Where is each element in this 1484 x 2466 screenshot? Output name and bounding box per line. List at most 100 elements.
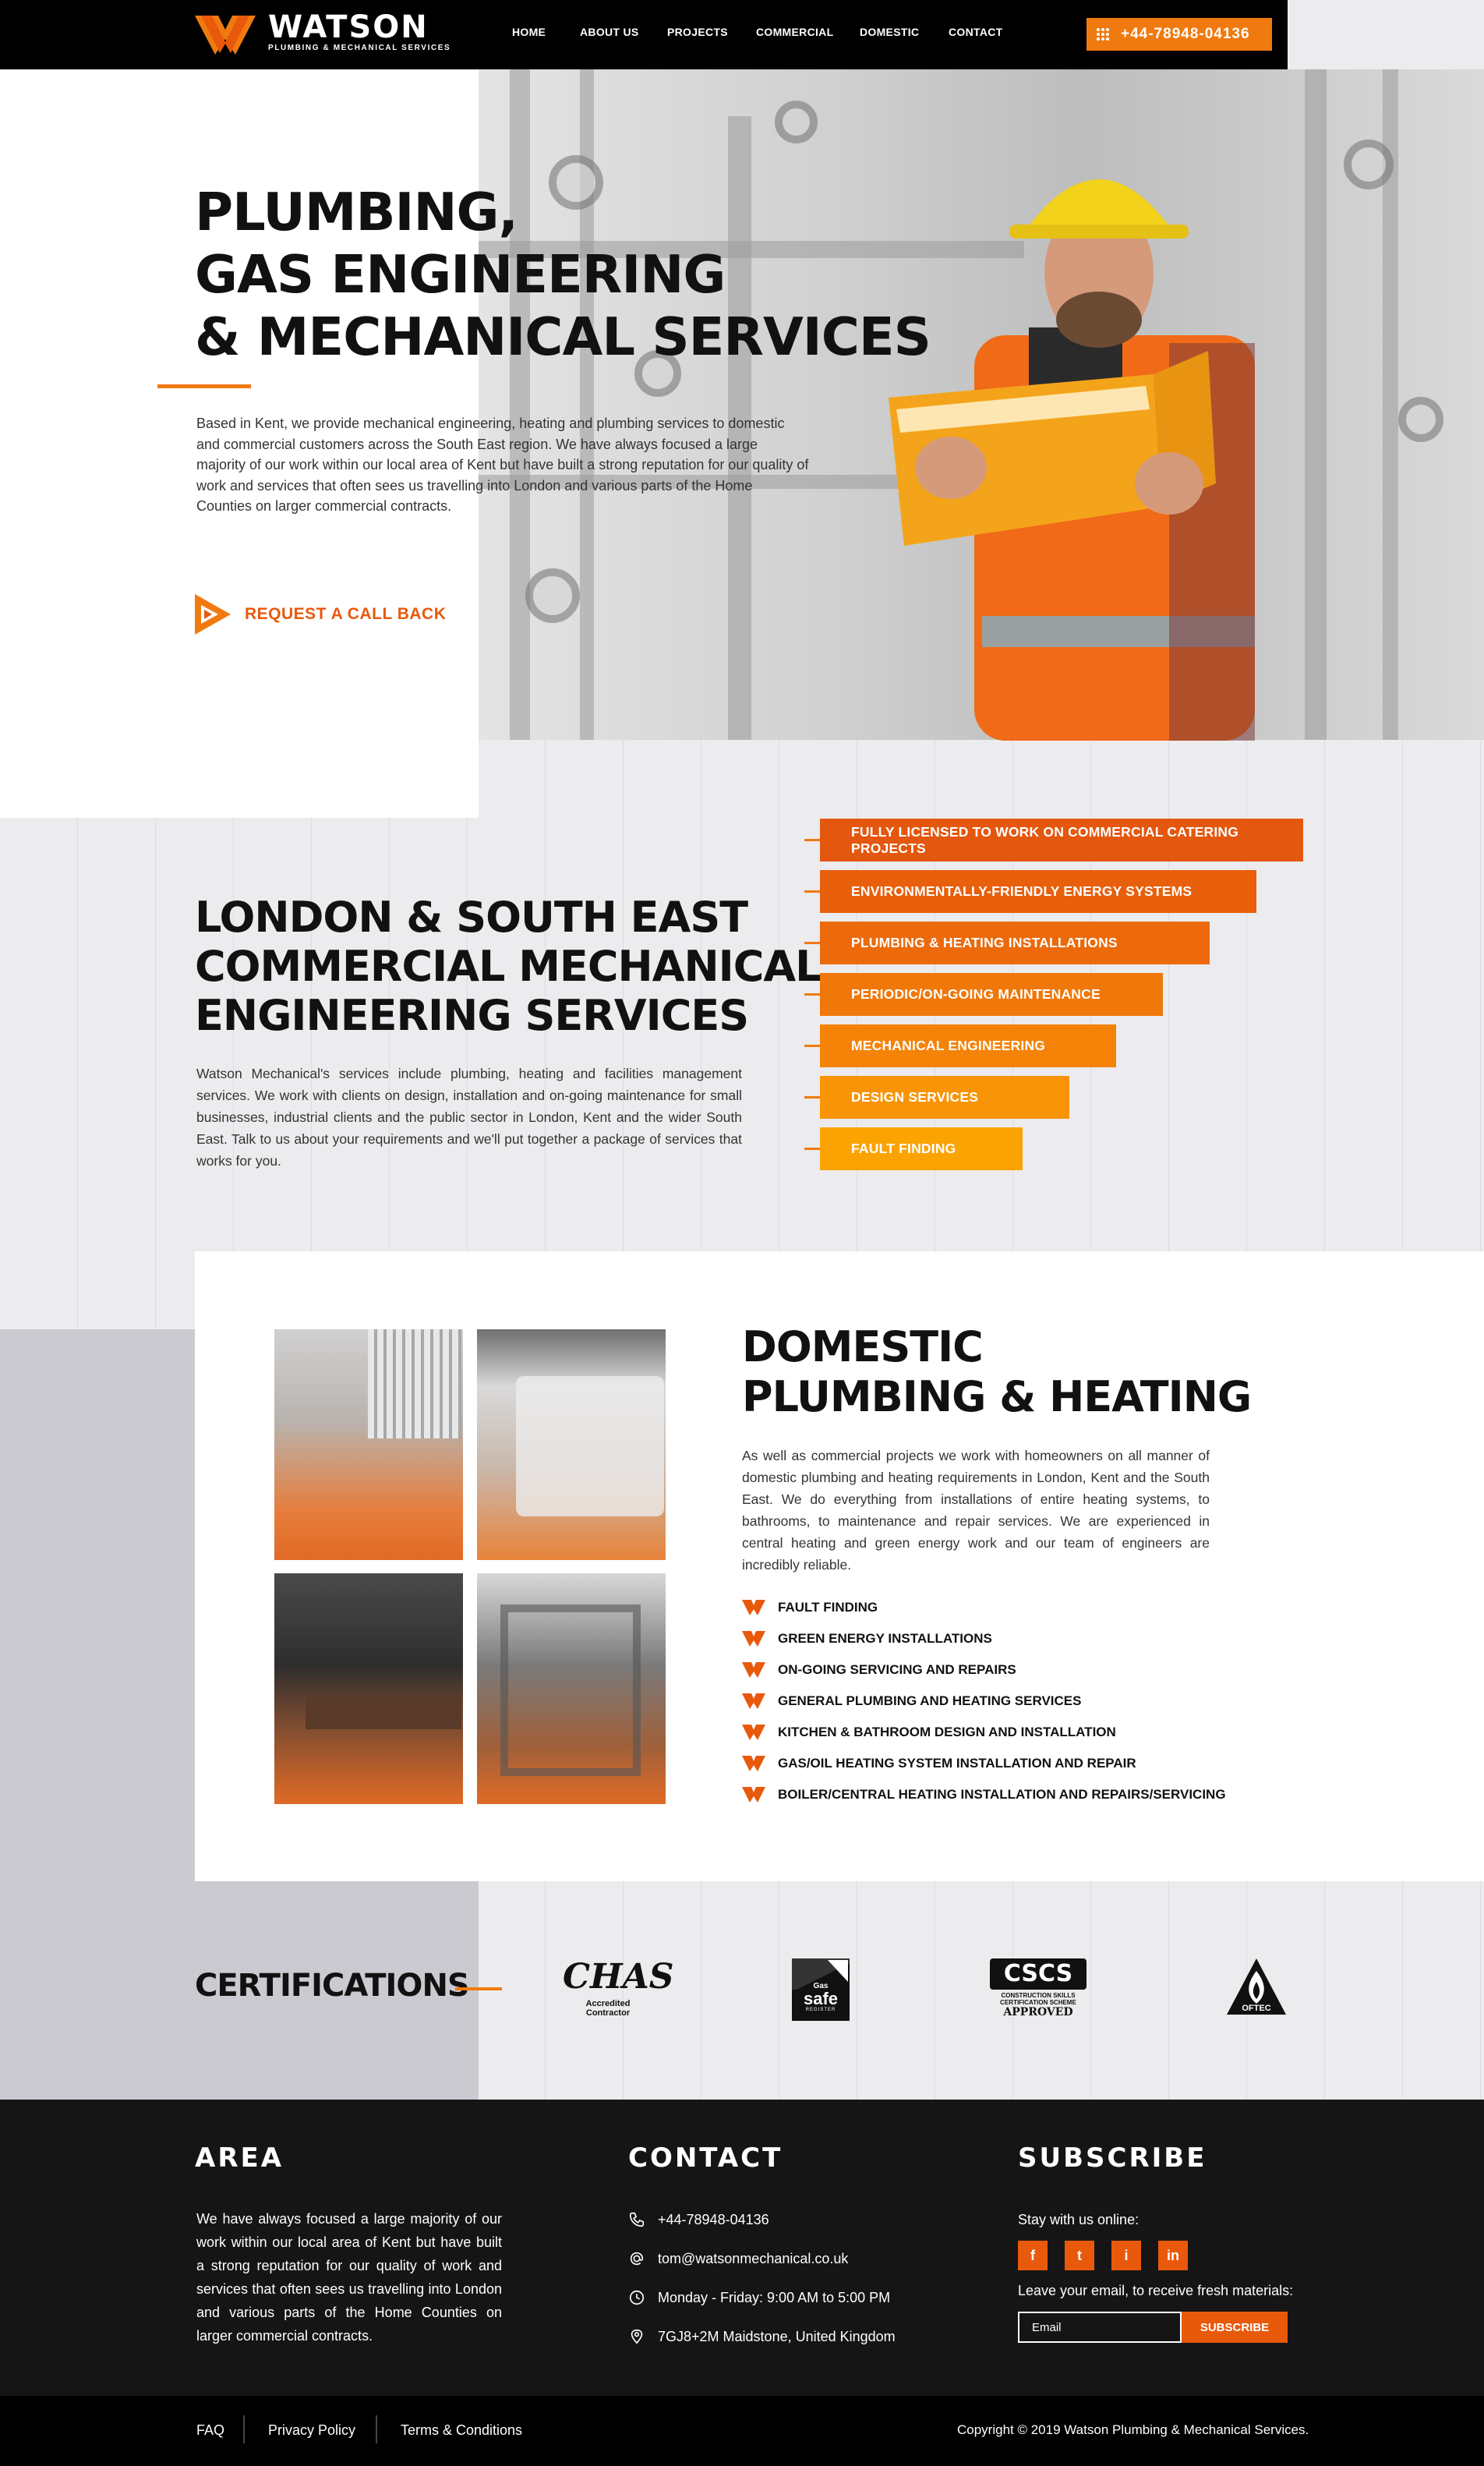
request-callback-link[interactable]: REQUEST A CALL BACK <box>245 605 446 624</box>
service-bar: DESIGN SERVICES <box>804 1076 1069 1119</box>
watson-logo-icon[interactable] <box>195 16 256 55</box>
gas-safe-logo: Gas safe REGISTER <box>792 1958 850 2021</box>
area-title: AREA <box>195 2142 284 2174</box>
domestic-side-panel <box>0 1329 195 1881</box>
watson-w-icon <box>742 1787 765 1803</box>
cscs-line2: CERTIFICATION SCHEME <box>1000 1999 1076 2006</box>
oftec-logo: OFTEC <box>1224 1955 1289 2022</box>
watson-w-icon <box>742 1662 765 1678</box>
contact-email-text: tom@watsonmechanical.co.uk <box>658 2250 849 2266</box>
oftec-text: OFTEC <box>1242 2004 1271 2013</box>
chas-caption: Accredited Contractor <box>585 1999 631 2018</box>
gas-safe-small: Gas <box>813 1982 829 1990</box>
faq-link[interactable]: FAQ <box>196 2422 224 2439</box>
phone-number: +44-78948-04136 <box>1121 26 1250 42</box>
clock-icon <box>629 2290 645 2305</box>
watson-w-icon <box>742 1600 765 1615</box>
nav-contact[interactable]: CONTACT <box>949 26 1003 38</box>
contact-address-text: 7GJ8+2M Maidstone, United Kingdom <box>658 2328 896 2344</box>
domestic-item-label: GREEN ENERGY INSTALLATIONS <box>778 1631 992 1646</box>
service-bar: FAULT FINDING <box>804 1127 1023 1170</box>
contact-phone[interactable]: +44-78948-04136 <box>628 2211 769 2228</box>
nav-domestic[interactable]: DOMESTIC <box>860 26 919 38</box>
keypad-icon <box>1096 27 1110 41</box>
accent-divider <box>157 384 251 388</box>
domestic-list-item: KITCHEN & BATHROOM DESIGN AND INSTALLATI… <box>742 1725 1116 1740</box>
instagram-icon[interactable]: i <box>1111 2241 1141 2270</box>
linkedin-icon[interactable]: in <box>1158 2241 1188 2270</box>
contact-phone-text: +44-78948-04136 <box>658 2211 769 2227</box>
domestic-title: DOMESTIC PLUMBING & HEATING <box>742 1322 1252 1421</box>
cscs-approved: APPROVED <box>1003 2006 1073 2018</box>
phone-button[interactable]: +44-78948-04136 <box>1086 18 1272 51</box>
contact-email[interactable]: tom@watsonmechanical.co.uk <box>628 2250 848 2267</box>
domestic-list-item: ON-GOING SERVICING AND REPAIRS <box>742 1662 1016 1678</box>
service-bar-label: DESIGN SERVICES <box>820 1076 1069 1119</box>
subscribe-prompt: Leave your email, to receive fresh mater… <box>1018 2283 1294 2298</box>
gas-safe-text: safe <box>803 1989 839 2008</box>
twitter-icon[interactable]: t <box>1065 2241 1094 2270</box>
kitchen-photo <box>274 1573 463 1804</box>
domestic-list-item: GENERAL PLUMBING AND HEATING SERVICES <box>742 1693 1081 1709</box>
play-triangle-icon[interactable] <box>195 594 231 635</box>
email-input[interactable] <box>1018 2312 1182 2343</box>
divider <box>376 2415 377 2443</box>
commercial-description: Watson Mechanical's services include plu… <box>196 1066 742 1169</box>
domestic-list-item: GREEN ENERGY INSTALLATIONS <box>742 1631 992 1647</box>
domestic-item-label: BOILER/CENTRAL HEATING INSTALLATION AND … <box>778 1787 1226 1802</box>
contact-address[interactable]: 7GJ8+2M Maidstone, United Kingdom <box>628 2328 896 2345</box>
domestic-item-label: ON-GOING SERVICING AND REPAIRS <box>778 1662 1016 1677</box>
nav-commercial[interactable]: COMMERCIAL <box>756 26 833 38</box>
domestic-list-item: FAULT FINDING <box>742 1600 878 1615</box>
subscribe-button[interactable]: SUBSCRIBE <box>1182 2312 1288 2343</box>
service-bar: ENVIRONMENTALLY-FRIENDLY ENERGY SYSTEMS <box>804 870 1256 913</box>
copyright-text: Copyright © 2019 Watson Plumbing & Mecha… <box>957 2422 1309 2437</box>
service-bar: PERIODIC/ON-GOING MAINTENANCE <box>804 973 1163 1016</box>
nav-home[interactable]: HOME <box>512 26 546 38</box>
domestic-item-label: GENERAL PLUMBING AND HEATING SERVICES <box>778 1693 1082 1708</box>
service-bar-label: ENVIRONMENTALLY-FRIENDLY ENERGY SYSTEMS <box>820 870 1256 913</box>
service-bar-label: PERIODIC/ON-GOING MAINTENANCE <box>820 973 1163 1016</box>
cscs-logo: CSCS CONSTRUCTION SKILLS CERTIFICATION S… <box>990 1958 1086 2024</box>
phone-icon <box>629 2212 645 2227</box>
watson-w-icon <box>742 1693 765 1709</box>
subscribe-title: SUBSCRIBE <box>1018 2142 1207 2174</box>
domestic-item-label: KITCHEN & BATHROOM DESIGN AND INSTALLATI… <box>778 1725 1116 1739</box>
hero-description: Based in Kent, we provide mechanical eng… <box>196 416 809 514</box>
stay-online-text: Stay with us online: <box>1018 2212 1140 2227</box>
brand-name[interactable]: WATSON <box>268 9 429 45</box>
chas-logo-text: CHAS <box>563 1957 674 1997</box>
pipework-photo <box>477 1573 666 1804</box>
contact-title: CONTACT <box>628 2142 783 2174</box>
facebook-icon[interactable]: f <box>1018 2241 1048 2270</box>
watson-w-icon <box>742 1631 765 1647</box>
hero-title: PLUMBING, GAS ENGINEERING & MECHANICAL S… <box>195 182 931 367</box>
watson-w-icon <box>742 1725 765 1740</box>
contact-hours-text: Monday - Friday: 9:00 AM to 5:00 PM <box>658 2289 891 2305</box>
gas-safe-register: REGISTER <box>805 2008 836 2012</box>
service-bar-label: PLUMBING & HEATING INSTALLATIONS <box>820 922 1210 964</box>
nav-projects[interactable]: PROJECTS <box>667 26 728 38</box>
map-pin-icon <box>631 2329 643 2344</box>
domestic-description: As well as commercial projects we work w… <box>742 1448 1210 1573</box>
domestic-item-label: FAULT FINDING <box>778 1600 878 1615</box>
brand-tagline: PLUMBING & MECHANICAL SERVICES <box>268 44 451 52</box>
certifications-title: CERTIFICATIONS <box>195 1968 470 2004</box>
engineer-photo <box>889 179 1255 741</box>
cscs-line1: CONSTRUCTION SKILLS <box>1001 1992 1076 1999</box>
service-bar: PLUMBING & HEATING INSTALLATIONS <box>804 922 1210 964</box>
area-description: We have always focused a large majority … <box>196 2211 502 2344</box>
privacy-policy-link[interactable]: Privacy Policy <box>268 2422 355 2439</box>
service-bar-label: FAULT FINDING <box>820 1127 1023 1170</box>
chas-logo: CHAS Accredited Contractor <box>563 1955 674 2021</box>
service-bar: FULLY LICENSED TO WORK ON COMMERCIAL CAT… <box>804 819 1303 862</box>
terms-link[interactable]: Terms & Conditions <box>401 2422 522 2439</box>
domestic-item-label: GAS/OIL HEATING SYSTEM INSTALLATION AND … <box>778 1756 1136 1771</box>
boiler-photo <box>477 1329 666 1560</box>
at-sign-icon <box>630 2252 644 2266</box>
divider <box>243 2415 245 2443</box>
contact-hours: Monday - Friday: 9:00 AM to 5:00 PM <box>628 2289 890 2306</box>
radiator-photo <box>274 1329 463 1560</box>
nav-about-us[interactable]: ABOUT US <box>580 26 639 38</box>
service-bar: MECHANICAL ENGINEERING <box>804 1024 1116 1067</box>
